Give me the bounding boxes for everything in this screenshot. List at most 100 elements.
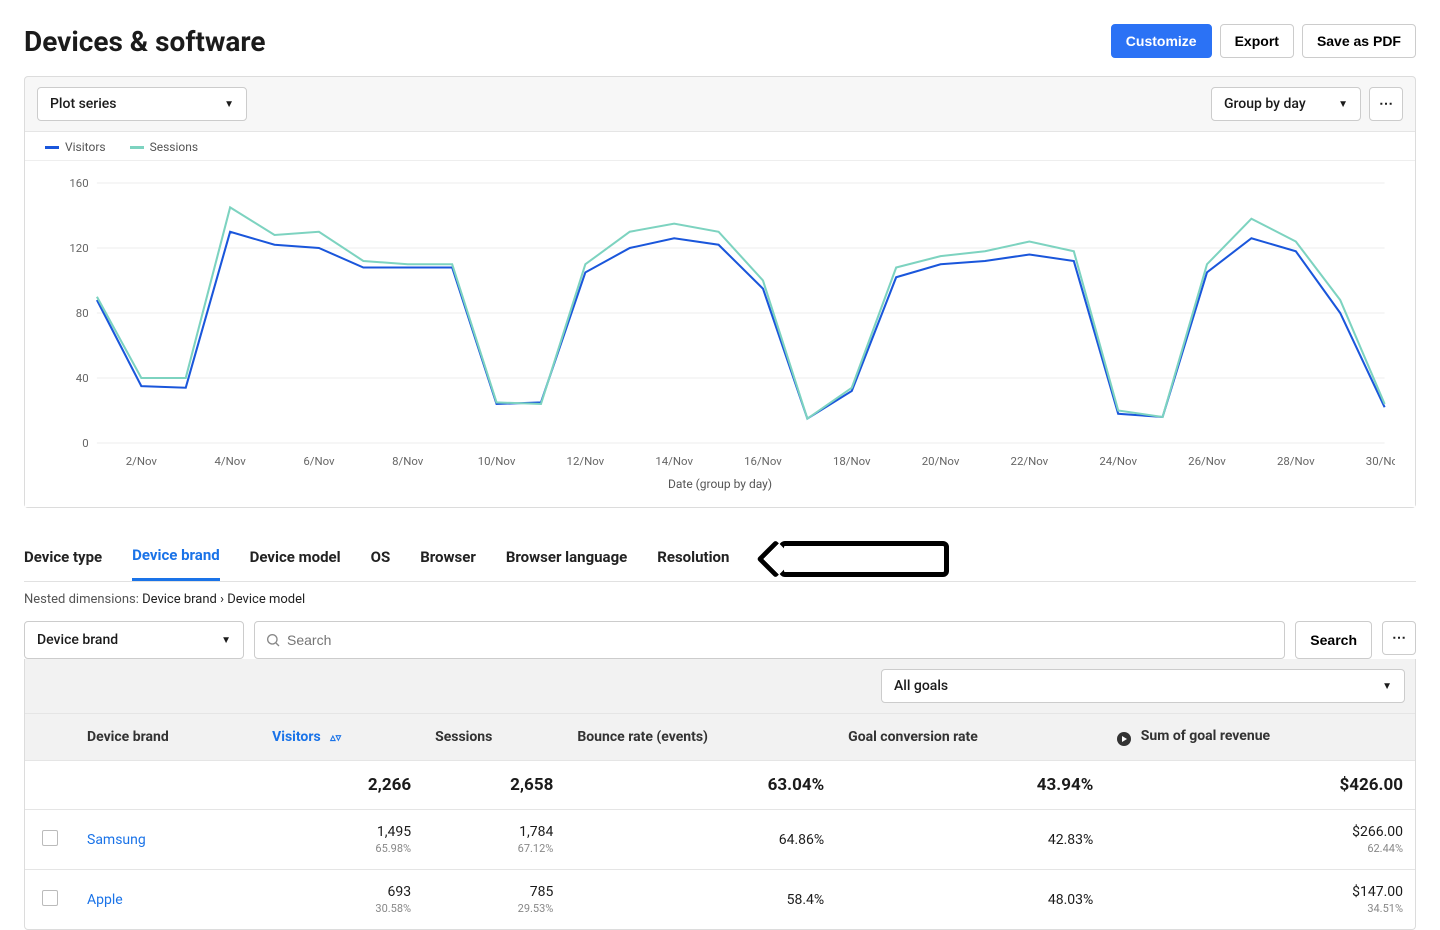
search-wrap — [254, 621, 1285, 659]
legend-sessions[interactable]: Sessions — [130, 140, 198, 154]
ellipsis-icon: ⋯ — [1392, 630, 1406, 646]
header-actions: Customize Export Save as PDF — [1111, 24, 1416, 58]
svg-text:10/Nov: 10/Nov — [478, 455, 516, 468]
page-title: Devices & software — [24, 25, 266, 58]
svg-text:40: 40 — [76, 372, 89, 385]
cell-visitors: 1,49565.98% — [260, 810, 423, 870]
legend-visitors-label: Visitors — [65, 140, 106, 154]
dimension-select-label: Device brand — [37, 632, 118, 648]
sort-icon: ▵▿ — [330, 731, 341, 744]
table-more-button[interactable]: ⋯ — [1382, 621, 1416, 655]
plot-series-label: Plot series — [50, 96, 117, 112]
legend-swatch-sessions — [130, 146, 144, 149]
svg-text:18/Nov: 18/Nov — [833, 455, 871, 468]
brand-link[interactable]: Samsung — [87, 832, 146, 848]
svg-text:0: 0 — [82, 437, 88, 450]
svg-text:8/Nov: 8/Nov — [392, 455, 424, 468]
svg-text:12/Nov: 12/Nov — [567, 455, 605, 468]
totals-row: 2,266 2,658 63.04% 43.94% $426.00 — [25, 761, 1415, 810]
plot-series-select[interactable]: Plot series ▼ — [37, 87, 247, 121]
customize-button[interactable]: Customize — [1111, 24, 1212, 58]
svg-text:4/Nov: 4/Nov — [215, 455, 247, 468]
table-row: Samsung 1,49565.98%1,78467.12%64.86%42.83… — [25, 810, 1415, 870]
svg-text:28/Nov: 28/Nov — [1277, 455, 1315, 468]
legend-sessions-label: Sessions — [150, 140, 198, 154]
svg-text:160: 160 — [69, 177, 88, 190]
play-circle-icon — [1117, 732, 1131, 746]
tab-resolution[interactable]: Resolution — [657, 538, 729, 580]
cell-revenue: $266.0062.44% — [1105, 810, 1415, 870]
column-bounce[interactable]: Bounce rate (events) — [565, 714, 836, 761]
dimension-select[interactable]: Device brand ▼ — [24, 621, 244, 659]
column-visitors-label: Visitors — [272, 729, 321, 745]
chevron-down-icon: ▼ — [1338, 99, 1348, 110]
svg-text:80: 80 — [76, 307, 89, 320]
cell-bounce: 58.4% — [565, 870, 836, 930]
svg-text:14/Nov: 14/Nov — [655, 455, 693, 468]
tab-device-type[interactable]: Device type — [24, 538, 102, 580]
totals-sessions: 2,658 — [423, 761, 565, 810]
totals-visitors: 2,266 — [260, 761, 423, 810]
search-input[interactable] — [281, 622, 1274, 658]
svg-text:16/Nov: 16/Nov — [744, 455, 782, 468]
search-button[interactable]: Search — [1295, 621, 1372, 659]
cell-visitors: 69330.58% — [260, 870, 423, 930]
cell-sessions: 1,78467.12% — [423, 810, 565, 870]
cell-gcr: 42.83% — [836, 810, 1105, 870]
row-checkbox[interactable] — [42, 830, 58, 846]
svg-text:26/Nov: 26/Nov — [1188, 455, 1226, 468]
line-chart: 0 40 80 120 160 2/Nov 4/Nov 6/Nov 8/Nov 10/Nov 12/… — [45, 173, 1395, 473]
ellipsis-icon: ⋯ — [1379, 96, 1393, 112]
chart-xlabel: Date (group by day) — [45, 477, 1395, 491]
cell-gcr: 48.03% — [836, 870, 1105, 930]
chart-panel: Plot series ▼ Group by day ▼ ⋯ Visitors — [24, 76, 1416, 508]
totals-gcr: 43.94% — [836, 761, 1105, 810]
tab-browser-language[interactable]: Browser language — [506, 538, 627, 580]
column-checkbox — [25, 714, 75, 761]
tab-device-brand[interactable]: Device brand — [132, 536, 220, 581]
svg-text:120: 120 — [69, 242, 88, 255]
chevron-down-icon: ▼ — [221, 635, 231, 646]
export-button[interactable]: Export — [1220, 24, 1294, 58]
legend-swatch-visitors — [45, 146, 59, 149]
svg-text:6/Nov: 6/Nov — [303, 455, 335, 468]
cell-revenue: $147.0034.51% — [1105, 870, 1415, 930]
column-brand[interactable]: Device brand — [75, 714, 260, 761]
legend-visitors[interactable]: Visitors — [45, 140, 106, 154]
cell-bounce: 64.86% — [565, 810, 836, 870]
totals-revenue: $426.00 — [1105, 761, 1415, 810]
more-menu-button[interactable]: ⋯ — [1369, 87, 1403, 121]
arrow-callout — [779, 541, 949, 577]
svg-text:22/Nov: 22/Nov — [1011, 455, 1049, 468]
tab-device-model[interactable]: Device model — [250, 538, 341, 580]
column-revenue-label: Sum of goal revenue — [1141, 728, 1270, 744]
save-pdf-button[interactable]: Save as PDF — [1302, 24, 1416, 58]
svg-text:30/Nov: 30/Nov — [1366, 455, 1395, 468]
cell-sessions: 78529.53% — [423, 870, 565, 930]
column-visitors[interactable]: Visitors ▵▿ — [260, 714, 423, 761]
nested-dimensions-label: Nested dimensions: — [24, 592, 139, 607]
goals-select[interactable]: All goals ▼ — [881, 669, 1405, 703]
row-checkbox[interactable] — [42, 890, 58, 906]
nested-dimensions-path: Device brand › Device model — [142, 592, 305, 607]
svg-text:2/Nov: 2/Nov — [126, 455, 158, 468]
column-revenue[interactable]: Sum of goal revenue — [1105, 714, 1415, 761]
chevron-down-icon: ▼ — [1382, 681, 1392, 692]
chevron-down-icon: ▼ — [224, 99, 234, 110]
group-by-select[interactable]: Group by day ▼ — [1211, 87, 1361, 121]
chart-legend: Visitors Sessions — [25, 132, 1415, 161]
column-sessions[interactable]: Sessions — [423, 714, 565, 761]
group-by-label: Group by day — [1224, 96, 1306, 112]
totals-bounce: 63.04% — [565, 761, 836, 810]
brand-link[interactable]: Apple — [87, 892, 123, 908]
tab-os[interactable]: OS — [371, 538, 391, 580]
goals-select-label: All goals — [894, 678, 948, 694]
search-icon — [265, 632, 281, 648]
column-gcr[interactable]: Goal conversion rate — [836, 714, 1105, 761]
data-table: All goals ▼ Device brand Visitors ▵▿ Ses… — [24, 659, 1416, 930]
svg-text:20/Nov: 20/Nov — [922, 455, 960, 468]
svg-text:24/Nov: 24/Nov — [1099, 455, 1137, 468]
nested-dimensions: Nested dimensions: Device brand › Device… — [24, 592, 1416, 607]
tab-browser[interactable]: Browser — [420, 538, 476, 580]
dimension-tabs: Device type Device brand Device model OS Bro… — [24, 536, 1416, 582]
